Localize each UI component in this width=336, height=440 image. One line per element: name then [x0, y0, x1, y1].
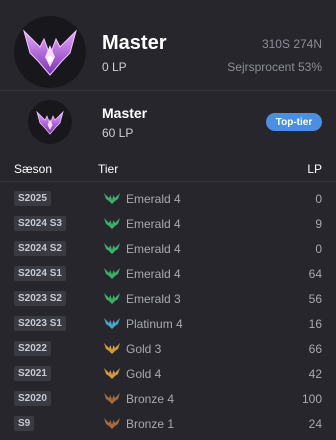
header-season: Sæson: [14, 162, 53, 176]
season-badge: S2023 S1: [14, 316, 66, 331]
tier-name: Emerald 4: [126, 192, 181, 206]
lp-value: 16: [308, 317, 322, 331]
lp-value: 64: [308, 267, 322, 281]
table-row: S2022 Gold 3 66: [0, 336, 336, 361]
tier-name: Bronze 4: [126, 392, 175, 406]
lp-value: 9: [315, 217, 322, 231]
table-row: S2025 Emerald 4 0: [0, 186, 336, 211]
table-row: S2020 Bronze 4 100: [0, 386, 336, 411]
table-row: S2023 S1 Platinum 4 16: [0, 311, 336, 336]
tier-name: Emerald 4: [126, 267, 181, 281]
season-badge: S2024 S2: [14, 241, 66, 256]
top-tier-badge: Top-tier: [266, 113, 322, 131]
peak-tier: Master: [102, 105, 148, 121]
divider: [0, 90, 336, 91]
season-badge: S2021: [14, 366, 51, 381]
tier-emblem-icon: [104, 318, 120, 329]
header-tier: Tier: [98, 162, 119, 176]
tier-name: Bronze 1: [126, 417, 175, 431]
lp-value: 66: [308, 342, 322, 356]
lp-value: 42: [308, 367, 322, 381]
table-row: S9 Bronze 1 24: [0, 411, 336, 436]
tier-emblem-icon: [104, 243, 120, 254]
season-badge: S2025: [14, 191, 51, 206]
header-lp: LP: [307, 162, 322, 176]
lp-value: 0: [315, 242, 322, 256]
season-badge: S2023 S2: [14, 291, 66, 306]
season-badge: S9: [14, 416, 35, 431]
master-emblem-icon: [14, 16, 86, 88]
table-row: S2024 S1 Emerald 4 64: [0, 261, 336, 286]
season-badge: S2022: [14, 341, 51, 356]
lp-value: 24: [308, 417, 322, 431]
tier-emblem-icon: [104, 293, 120, 304]
table-row: S2024 S2 Emerald 4 0: [0, 236, 336, 261]
lp-value: 0: [315, 192, 322, 206]
tier-emblem-icon: [104, 268, 120, 279]
tier-emblem-icon: [104, 418, 120, 429]
season-badge: S2020: [14, 391, 51, 406]
rank-panel: Master 0 LP 310S 274N Sejrsprocent 53% M…: [0, 0, 336, 440]
tier-name: Emerald 3: [126, 292, 181, 306]
table-row: S2024 S3 Emerald 4 9: [0, 211, 336, 236]
win-rate: Sejrsprocent 53%: [227, 60, 322, 74]
table-row: S2021 Gold 4 42: [0, 361, 336, 386]
tier-emblem-icon: [104, 343, 120, 354]
win-loss-record: 310S 274N: [261, 37, 322, 51]
current-lp: 0 LP: [102, 60, 127, 74]
tier-emblem-icon: [104, 193, 120, 204]
tier-name: Emerald 4: [126, 242, 181, 256]
tier-emblem-icon: [104, 218, 120, 229]
tier-name: Gold 3: [126, 342, 162, 356]
peak-lp: 60 LP: [102, 126, 134, 140]
tier-name: Platinum 4: [126, 317, 183, 331]
divider: [0, 181, 336, 182]
tier-name: Emerald 4: [126, 217, 181, 231]
lp-value: 100: [301, 392, 322, 406]
current-tier: Master: [102, 32, 167, 54]
table-row: S2023 S2 Emerald 3 56: [0, 286, 336, 311]
tier-emblem-icon: [104, 393, 120, 404]
season-badge: S2024 S3: [14, 216, 66, 231]
tier-emblem-icon: [104, 368, 120, 379]
season-badge: S2024 S1: [14, 266, 66, 281]
tier-name: Gold 4: [126, 367, 162, 381]
lp-value: 56: [308, 292, 322, 306]
table-header: Sæson Tier LP: [0, 158, 336, 180]
master-emblem-icon: [28, 100, 72, 144]
